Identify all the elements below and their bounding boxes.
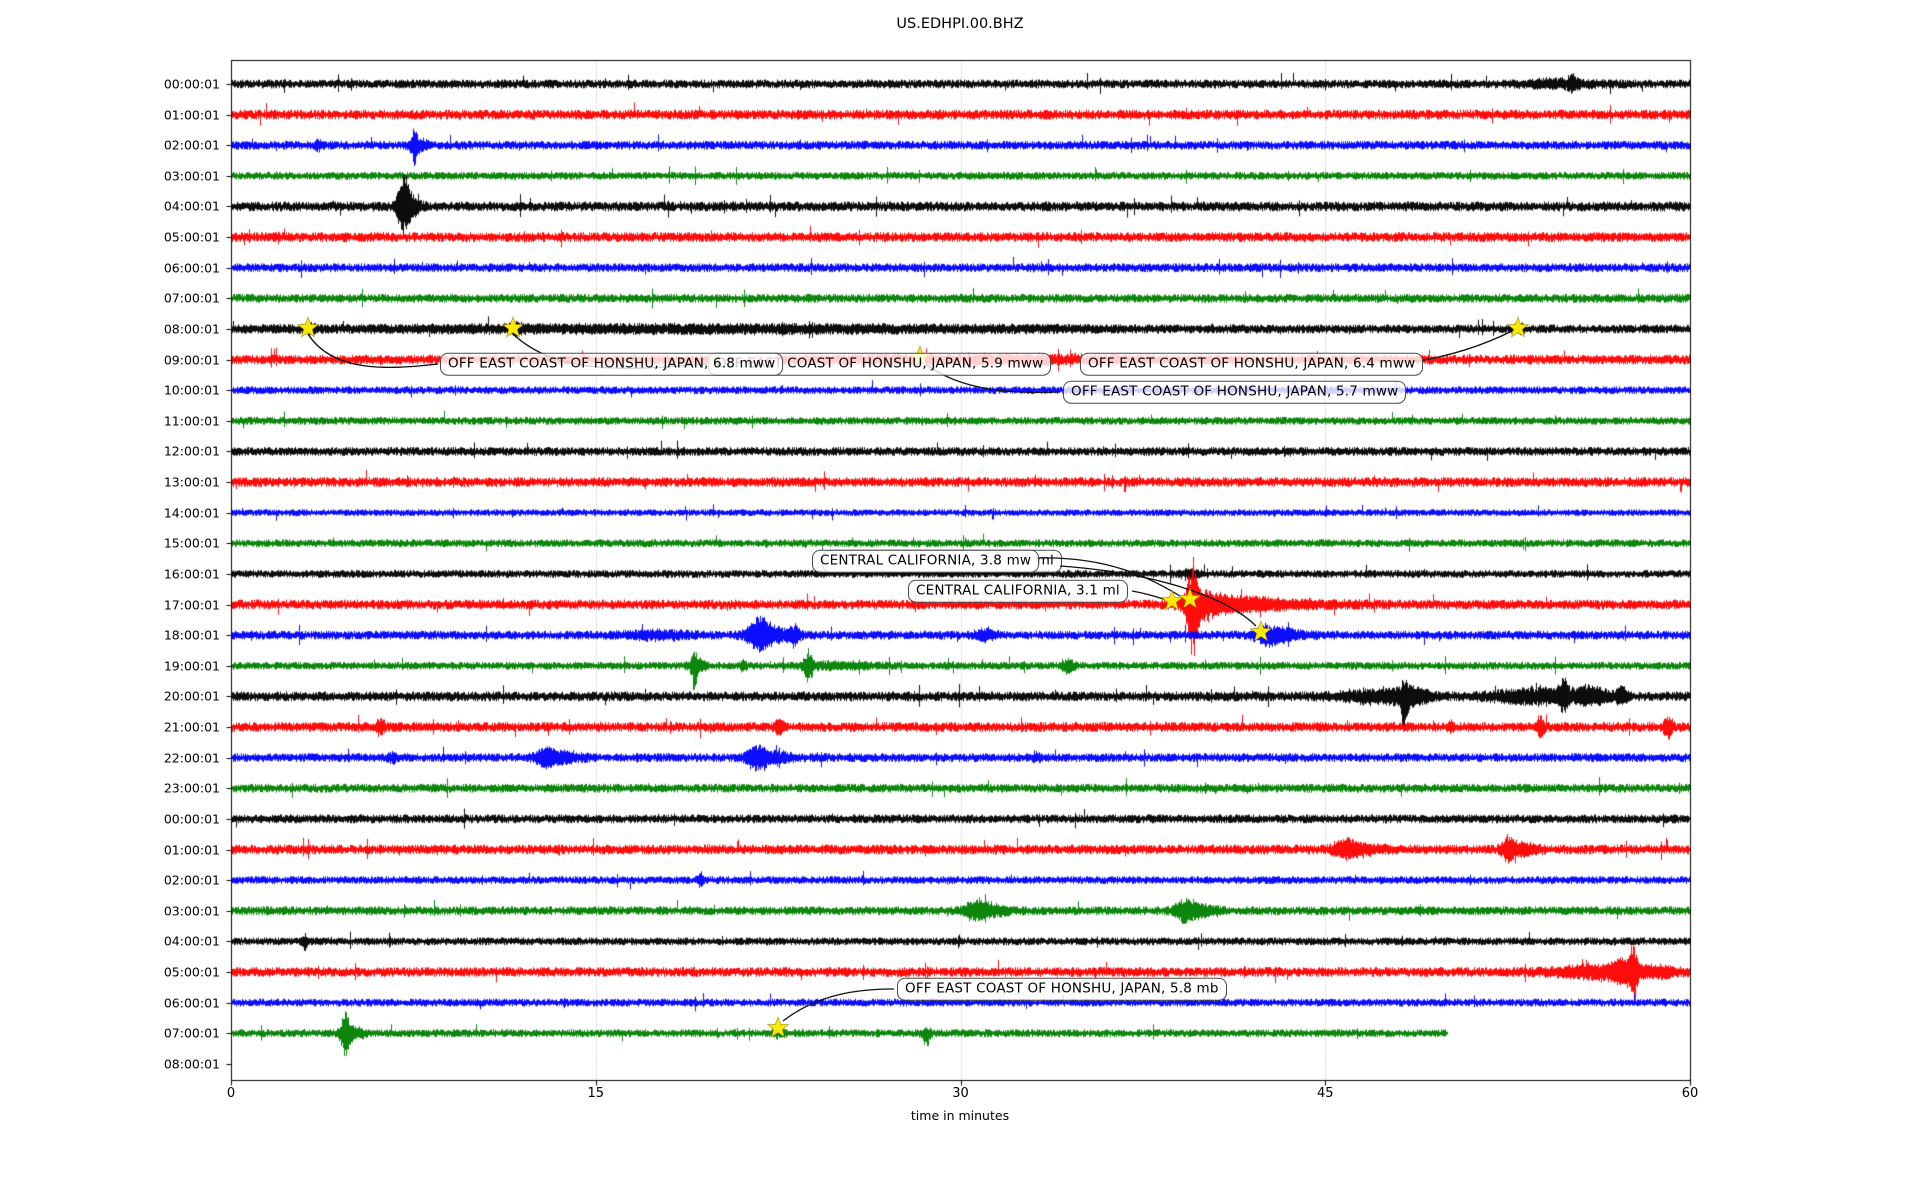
x-tick-label: 45 [1316,1086,1334,1101]
y-tick-label: 09:00:01 [163,352,220,368]
y-tick-label: 19:00:01 [163,658,220,674]
y-tick-label: 22:00:01 [163,750,220,766]
seismogram-dayplot: US.EDHPI.00.BHZ time in minutes 00:00:01… [0,0,1920,1200]
x-axis-title: time in minutes [910,1108,1010,1123]
event-label-honshu_57: OFF EAST COAST OF HONSHU, JAPAN, 5.7 mww [1063,380,1407,404]
y-tick-label: 02:00:01 [163,137,220,153]
y-tick-label: 02:00:01 [163,872,220,888]
y-tick-label: 07:00:01 [163,1025,220,1041]
y-tick-label: 17:00:01 [163,597,220,613]
y-tick-label: 13:00:01 [163,474,220,490]
y-tick-label: 03:00:01 [163,168,220,184]
x-tick-label: 15 [587,1086,605,1101]
y-tick-label: 01:00:01 [163,107,220,123]
y-tick-label: 15:00:01 [163,535,220,551]
y-tick-label: 06:00:01 [163,260,220,276]
y-tick-label: 05:00:01 [163,229,220,245]
event-label-honshu_64: OFF EAST COAST OF HONSHU, JAPAN, 6.4 mww [1080,352,1424,376]
y-tick-label: 21:00:01 [163,719,220,735]
y-tick-label: 14:00:01 [163,505,220,521]
y-tick-label: 03:00:01 [163,903,220,919]
event-label-california_38: CENTRAL CALIFORNIA, 3.8 mw [812,549,1040,573]
y-tick-label: 01:00:01 [163,842,220,857]
y-tick-label: 08:00:01 [163,321,220,337]
event-label-honshu_58: OFF EAST COAST OF HONSHU, JAPAN, 5.8 mb [897,977,1227,1001]
y-tick-label: 10:00:01 [163,382,220,398]
y-tick-label: 04:00:01 [163,198,220,214]
x-tick-label: 0 [226,1086,236,1101]
y-tick-label: 06:00:01 [163,995,220,1011]
event-label-honshu_68: OFF EAST COAST OF HONSHU, JAPAN, 6.8 mww [440,352,784,376]
y-tick-label: 12:00:01 [163,443,220,459]
y-tick-label: 04:00:01 [163,933,220,949]
y-tick-label: 11:00:01 [163,413,220,429]
y-tick-label: 23:00:01 [163,780,220,796]
y-tick-label: 16:00:01 [163,566,220,582]
x-tick-label: 60 [1681,1086,1699,1101]
y-tick-label: 05:00:01 [163,964,220,980]
y-tick-label: 18:00:01 [163,627,220,643]
y-tick-label: 08:00:01 [163,1056,220,1072]
x-tick-label: 30 [952,1086,969,1101]
y-tick-label: 20:00:01 [163,688,220,704]
event-label-california_31: CENTRAL CALIFORNIA, 3.1 ml [908,579,1128,603]
y-tick-label: 00:00:01 [163,811,220,827]
plot-title: US.EDHPI.00.BHZ [896,16,1024,32]
y-tick-label: 00:00:01 [163,76,220,92]
y-tick-label: 07:00:01 [163,290,220,306]
